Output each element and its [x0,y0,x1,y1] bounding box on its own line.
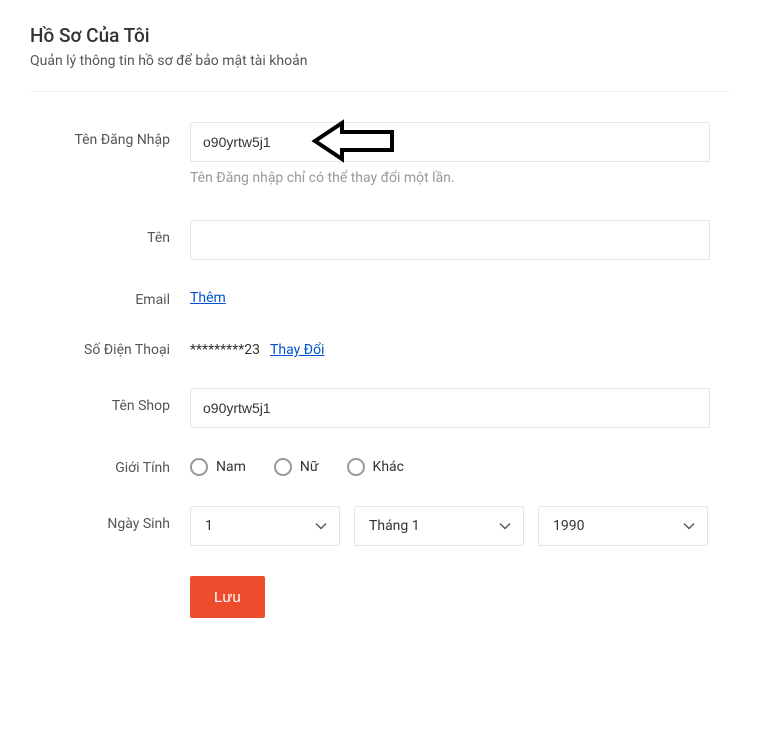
chevron-down-icon [683,520,695,532]
gender-label: Giới Tính [30,458,190,476]
shop-input[interactable] [190,388,710,428]
gender-option-label: Nam [216,459,246,475]
username-input[interactable] [190,122,710,162]
gender-option-female[interactable]: Nữ [274,458,319,476]
save-button[interactable]: Lưu [190,576,265,618]
chevron-down-icon [315,520,327,532]
divider [30,91,730,92]
email-add-link[interactable]: Thêm [190,290,226,306]
page-subtitle: Quản lý thông tin hồ sơ để bảo mật tài k… [30,53,730,69]
page-title: Hồ Sơ Của Tôi [30,24,730,47]
email-label: Email [30,290,190,308]
gender-option-label: Khác [373,459,404,475]
birthday-year-value: 1990 [553,518,584,534]
gender-option-label: Nữ [300,459,319,475]
phone-change-link[interactable]: Thay Đổi [270,342,324,358]
birthday-year-select[interactable]: 1990 [538,506,708,546]
birthday-month-select[interactable]: Tháng 1 [354,506,524,546]
radio-icon [274,458,292,476]
birthday-day-select[interactable]: 1 [190,506,340,546]
phone-masked: *********23 [190,342,260,358]
phone-label: Số Điện Thoại [30,338,190,358]
username-hint: Tên Đăng nhập chỉ có thể thay đổi một lầ… [190,170,710,186]
name-label: Tên [30,220,190,246]
birthday-label: Ngày Sinh [30,506,190,532]
username-label: Tên Đăng Nhập [30,122,190,148]
radio-icon [190,458,208,476]
chevron-down-icon [499,520,511,532]
birthday-month-value: Tháng 1 [369,518,420,534]
radio-icon [347,458,365,476]
gender-option-other[interactable]: Khác [347,458,404,476]
gender-option-male[interactable]: Nam [190,458,246,476]
shop-label: Tên Shop [30,388,190,414]
name-input[interactable] [190,220,710,260]
birthday-day-value: 1 [205,518,213,534]
